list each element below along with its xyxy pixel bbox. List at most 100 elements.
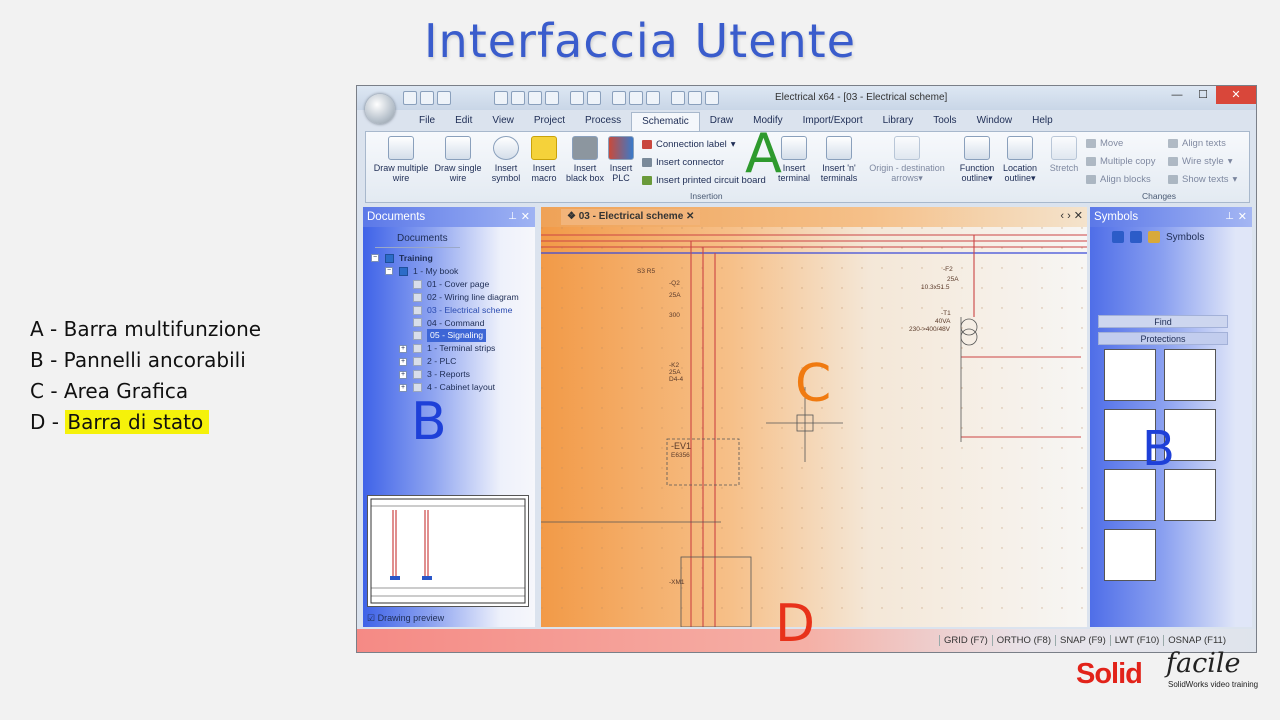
cut-icon[interactable]	[511, 91, 525, 105]
zoom-extents-icon[interactable]	[646, 91, 660, 105]
svg-text:-EV1: -EV1	[671, 441, 691, 451]
tree-item[interactable]: 01 - Cover page	[371, 278, 519, 291]
tab-window[interactable]: Window	[967, 112, 1023, 132]
undo-icon[interactable]	[494, 91, 508, 105]
symbols-panel-tabs: Symbols	[1112, 231, 1204, 243]
paste-icon[interactable]	[545, 91, 559, 105]
pin-icon[interactable]: ⊥	[508, 207, 517, 227]
tab-documents[interactable]: Documents	[375, 231, 460, 248]
draw-multiple-wire-button[interactable]: Draw multiple wire	[370, 136, 432, 183]
tree-item[interactable]: +3 - Reports	[371, 368, 519, 381]
category-protections[interactable]: Protections	[1098, 332, 1228, 345]
arrows-icon	[894, 136, 920, 160]
slide-title: Interfaccia Utente	[423, 14, 857, 68]
back-icon[interactable]	[570, 91, 584, 105]
title-bar: Electrical x64 - [03 - Electrical scheme…	[357, 86, 1256, 110]
stretch-button[interactable]: Stretch	[1046, 136, 1082, 173]
highlighted-text: Barra di stato	[65, 410, 210, 434]
ortho-toggle[interactable]: ORTHO (F8)	[991, 635, 1055, 646]
minimize-button[interactable]: —	[1164, 86, 1190, 104]
protection-symbol[interactable]	[1104, 529, 1156, 581]
multiple-copy-button[interactable]: Multiple copy	[1086, 156, 1155, 167]
legend-item-b: B - Pannelli ancorabili	[30, 348, 246, 372]
drawing-preview-checkbox[interactable]: ☑ Drawing preview	[367, 613, 444, 624]
multiple-wire-icon	[388, 136, 414, 160]
grid-toggle[interactable]: GRID (F7)	[938, 635, 992, 646]
insert-plc-button[interactable]: Insert PLC	[606, 136, 636, 183]
svg-text:-T1: -T1	[941, 310, 951, 317]
svg-text:S3 R5: S3 R5	[637, 268, 655, 275]
tab-project[interactable]: Project	[524, 112, 575, 132]
legend-item-d: D - Barra di stato	[30, 407, 261, 438]
draw-single-wire-button[interactable]: Draw single wire	[432, 136, 484, 183]
move-button[interactable]: Move	[1086, 138, 1123, 149]
wire-style-button[interactable]: Wire style ▾	[1168, 156, 1232, 167]
zoom-icon[interactable]	[629, 91, 643, 105]
find-button[interactable]: Find	[1098, 315, 1228, 328]
lwt-toggle[interactable]: LWT (F10)	[1109, 635, 1164, 646]
page-icon	[413, 292, 422, 302]
tab-view[interactable]: View	[482, 112, 524, 132]
origin-destination-arrows-button[interactable]: Origin - destination arrows▾	[862, 136, 952, 183]
close-icon[interactable]: ✕	[1238, 207, 1247, 227]
location-outline-button[interactable]: Location outline▾	[998, 136, 1042, 183]
align-texts-button[interactable]: Align texts	[1168, 138, 1226, 149]
overlay-letter-c: C	[795, 354, 832, 414]
new-icon[interactable]	[403, 91, 417, 105]
tree-item[interactable]: −1 - My book	[371, 265, 519, 278]
insert-black-box-button[interactable]: Insert black box	[564, 136, 606, 183]
tab-process[interactable]: Process	[575, 112, 631, 132]
pin-icon[interactable]: ⊥	[1225, 207, 1234, 227]
graphic-area[interactable]: -Q2 25A 300 -K2 25A D4-4 -EV1 E6356 -F2 …	[541, 227, 1087, 627]
tab-import-export[interactable]: Import/Export	[793, 112, 873, 132]
show-texts-button[interactable]: Show texts ▾	[1168, 174, 1237, 185]
tab-file[interactable]: File	[409, 112, 445, 132]
tab-symbols[interactable]: Symbols	[1166, 232, 1204, 243]
tab-draw[interactable]: Draw	[700, 112, 743, 132]
info-icon[interactable]	[1130, 231, 1142, 243]
snap-toggle[interactable]: SNAP (F9)	[1054, 635, 1110, 646]
tree-item[interactable]: 03 - Electrical scheme	[371, 304, 519, 317]
osnap-toggle[interactable]: OSNAP (F11)	[1163, 635, 1230, 646]
tree-item[interactable]: 02 - Wiring line diagram	[371, 291, 519, 304]
tree-item[interactable]: − Training	[371, 252, 519, 265]
svg-text:-F2: -F2	[943, 266, 953, 273]
align-blocks-button[interactable]: Align blocks	[1086, 174, 1151, 185]
maximize-button[interactable]: ☐	[1190, 86, 1216, 104]
tab-electrical-scheme[interactable]: ❖ 03 - Electrical scheme ✕	[561, 209, 701, 225]
save-icon[interactable]	[437, 91, 451, 105]
insert-symbol-button[interactable]: Insert symbol	[488, 136, 524, 183]
copy-icon[interactable]	[528, 91, 542, 105]
tree-item[interactable]: +2 - PLC	[371, 355, 519, 368]
tree-item[interactable]: +1 - Terminal strips	[371, 342, 519, 355]
connection-label-button[interactable]: Connection label ▾	[642, 139, 736, 150]
tab-edit[interactable]: Edit	[445, 112, 482, 132]
close-button[interactable]: ✕	[1216, 86, 1256, 104]
settings-icon[interactable]	[688, 91, 702, 105]
tab-tools[interactable]: Tools	[923, 112, 966, 132]
tab-schematic[interactable]: Schematic	[631, 112, 700, 132]
insert-n-terminals-button[interactable]: Insert 'n' terminals	[816, 136, 862, 183]
lightning-icon[interactable]	[1148, 231, 1160, 243]
protection-symbol[interactable]	[1164, 349, 1216, 401]
clock-icon[interactable]	[705, 91, 719, 105]
protection-symbol[interactable]	[1104, 349, 1156, 401]
home-icon[interactable]	[1112, 231, 1124, 243]
forward-icon[interactable]	[587, 91, 601, 105]
ribbon-group-insertion: Insertion	[690, 191, 723, 201]
close-icon[interactable]: ✕	[521, 207, 530, 227]
zoom-window-icon[interactable]	[612, 91, 626, 105]
folder-icon	[413, 383, 422, 393]
function-outline-button[interactable]: Function outline▾	[956, 136, 998, 183]
open-icon[interactable]	[420, 91, 434, 105]
refresh-icon[interactable]	[671, 91, 685, 105]
insert-connector-button[interactable]: Insert connector	[642, 157, 724, 168]
single-wire-icon	[445, 136, 471, 160]
tab-help[interactable]: Help	[1022, 112, 1063, 132]
tab-library[interactable]: Library	[873, 112, 924, 132]
tree-item[interactable]: 04 - Command	[371, 317, 519, 330]
insert-macro-button[interactable]: Insert macro	[526, 136, 562, 183]
close-icon[interactable]: ‹ › ✕	[1060, 209, 1083, 222]
tree-item-selected[interactable]: 05 - Signaling	[371, 329, 519, 343]
show-texts-icon	[1168, 175, 1178, 184]
